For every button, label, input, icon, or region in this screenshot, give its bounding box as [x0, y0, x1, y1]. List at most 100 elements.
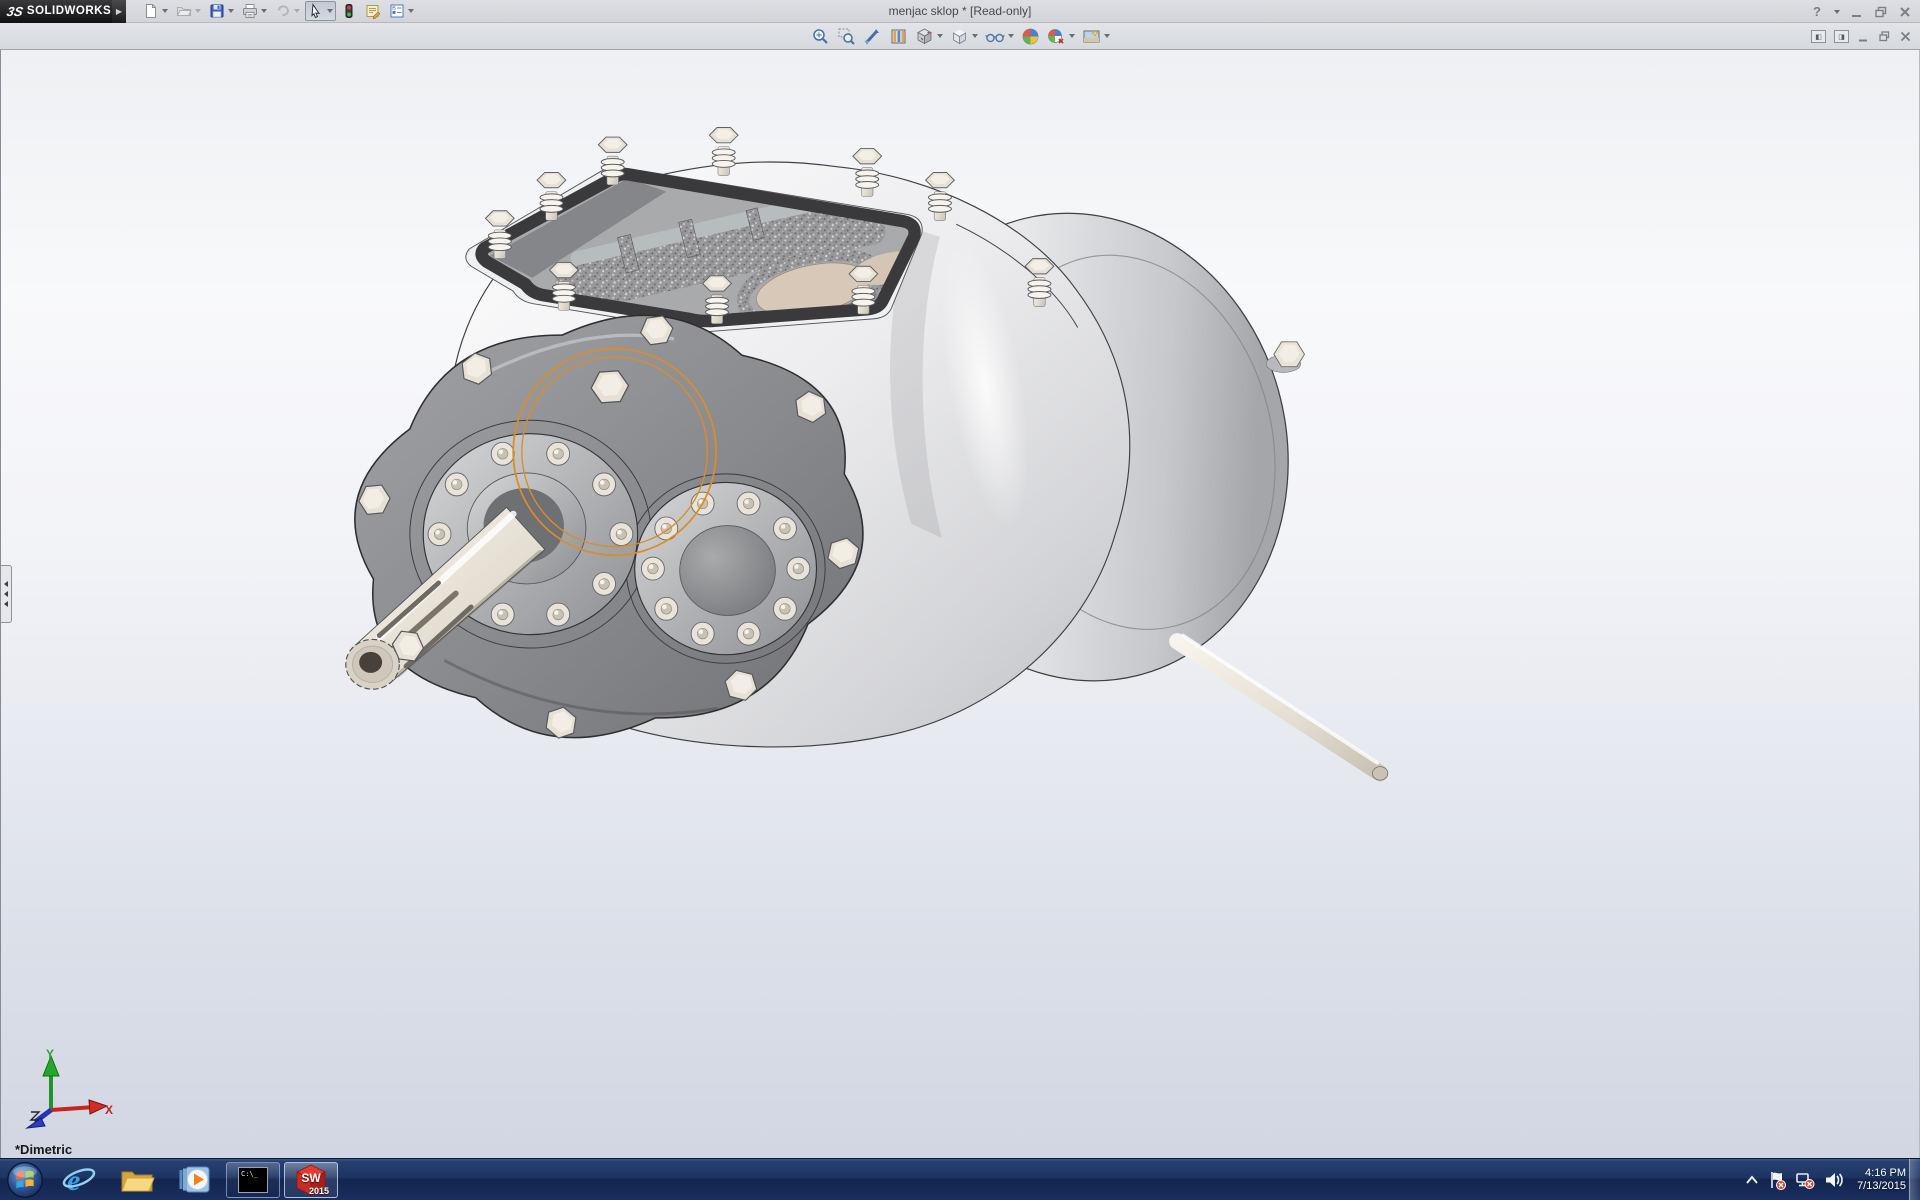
save-icon — [209, 3, 225, 19]
chevron-down-icon[interactable] — [327, 9, 333, 13]
clock-date: 7/13/2015 — [1857, 1180, 1906, 1193]
view-orientation-button[interactable] — [913, 25, 945, 47]
zoom-to-fit-icon — [811, 27, 830, 46]
display-style-button[interactable] — [948, 25, 980, 47]
solidworks-window: 3S SOLIDWORKS ▶ — [0, 0, 1920, 1200]
network-error-icon[interactable] — [1795, 1170, 1815, 1190]
rebuild-button[interactable] — [338, 1, 360, 21]
hide-show-items-button[interactable] — [983, 25, 1016, 47]
doc-restore-button[interactable] — [1878, 30, 1891, 43]
new-document-button[interactable] — [140, 1, 171, 21]
select-button[interactable] — [305, 1, 336, 21]
apply-scene-button[interactable] — [1019, 25, 1042, 47]
zoom-in-out-icon — [863, 27, 882, 46]
taskbar-clock[interactable]: 4:16 PM 7/13/2015 — [1857, 1167, 1906, 1193]
svg-text:e: e — [67, 1164, 80, 1197]
stoplight-icon — [341, 3, 357, 19]
undo-button[interactable] — [272, 1, 303, 21]
options-button[interactable] — [386, 1, 417, 21]
zoom-in-out-button[interactable] — [861, 25, 884, 47]
heads-up-toolbar — [809, 25, 1112, 47]
open-icon — [176, 3, 192, 19]
collapse-arrow-icon — [4, 601, 8, 607]
menu-expand-arrow[interactable]: ▶ — [112, 0, 126, 23]
ds-logo-mark: 3S — [5, 4, 24, 19]
eyeglasses-icon — [985, 27, 1005, 46]
output-bearing-cover[interactable] — [635, 482, 817, 654]
chevron-down-icon[interactable] — [937, 34, 943, 38]
taskbar-media-player[interactable] — [168, 1162, 222, 1198]
section-view-icon — [889, 27, 908, 46]
zoom-to-area-button[interactable] — [835, 25, 858, 47]
internet-explorer-icon: e — [61, 1163, 97, 1197]
minimize-button[interactable] — [1850, 5, 1864, 19]
open-button[interactable] — [173, 1, 204, 21]
restore-button[interactable] — [1874, 5, 1888, 19]
window-title: menjac sklop * [Read-only] — [889, 4, 1032, 18]
collapse-arrow-icon — [4, 591, 8, 597]
reference-triad: Y X — [17, 1048, 113, 1132]
doc-close-button[interactable] — [1899, 30, 1912, 43]
taskbar-internet-explorer[interactable]: e — [52, 1162, 106, 1198]
folder-icon — [119, 1164, 155, 1196]
zoom-to-area-icon — [837, 27, 856, 46]
clock-time: 4:16 PM — [1857, 1167, 1906, 1180]
zoom-to-fit-button[interactable] — [809, 25, 832, 47]
doc-minimize-button[interactable] — [1857, 30, 1870, 43]
chevron-down-icon[interactable] — [261, 9, 267, 13]
print-icon — [242, 3, 258, 19]
help-icon[interactable]: ? — [1813, 5, 1821, 18]
standard-toolbar — [140, 1, 417, 21]
edit-appearance-button[interactable] — [1045, 25, 1077, 47]
featuremanager-collapsed-tab[interactable] — [1, 565, 12, 623]
taskbar-command-prompt[interactable]: C:\_ — [226, 1162, 280, 1198]
print-button[interactable] — [239, 1, 270, 21]
undo-icon — [275, 3, 291, 19]
chevron-down-icon[interactable] — [1069, 34, 1075, 38]
select-cursor-icon — [308, 3, 324, 19]
taskbar-windows-explorer[interactable] — [110, 1162, 164, 1198]
chevron-down-icon[interactable] — [294, 9, 300, 13]
view-toolbar: ◧ ◨ — [0, 23, 1920, 50]
chevron-down-icon[interactable] — [408, 9, 414, 13]
chevron-down-icon[interactable] — [1008, 34, 1014, 38]
show-hidden-icons-button[interactable] — [1745, 1175, 1759, 1185]
section-view-button[interactable] — [887, 25, 910, 47]
save-button[interactable] — [206, 1, 237, 21]
drain-plug[interactable] — [1266, 342, 1304, 373]
taskbar: e C:\_ — [0, 1158, 1920, 1200]
taskbar-solidworks[interactable]: SW 2015 — [284, 1162, 338, 1198]
windows-orb-icon — [5, 1160, 45, 1200]
view-orientation-label: *Dimetric — [15, 1142, 72, 1157]
show-desktop-button[interactable] — [1909, 1159, 1920, 1200]
chevron-down-icon[interactable] — [1104, 34, 1110, 38]
gearbox-model[interactable] — [1, 50, 1920, 1158]
action-center-icon[interactable] — [1768, 1170, 1786, 1190]
collapse-left-pane-button[interactable]: ◧ — [1811, 30, 1826, 43]
triad-x-label: X — [105, 1103, 113, 1117]
view-settings-button[interactable] — [1080, 25, 1112, 47]
triad-y-label: Y — [46, 1048, 54, 1061]
file-properties-button[interactable] — [362, 1, 384, 21]
titlebar: 3S SOLIDWORKS ▶ — [0, 0, 1920, 23]
chevron-down-icon[interactable] — [195, 9, 201, 13]
collapse-right-pane-button[interactable]: ◨ — [1834, 30, 1849, 43]
file-properties-icon — [365, 3, 381, 19]
collapse-arrow-icon — [4, 581, 8, 587]
media-player-icon — [177, 1163, 213, 1197]
command-prompt-icon: C:\_ — [238, 1167, 268, 1193]
volume-icon[interactable] — [1824, 1171, 1844, 1189]
solidworks-wordmark: SOLIDWORKS — [27, 5, 111, 17]
graphics-viewport[interactable]: Y X *Dimetric — [0, 50, 1920, 1158]
selector-rod[interactable] — [1177, 636, 1388, 780]
chevron-down-icon[interactable] — [162, 9, 168, 13]
start-button[interactable] — [0, 1159, 50, 1200]
scene-sphere-icon — [1021, 27, 1040, 46]
options-icon — [389, 3, 405, 19]
system-tray: 4:16 PM 7/13/2015 — [1745, 1159, 1906, 1200]
close-button[interactable] — [1898, 5, 1912, 19]
chevron-down-icon[interactable] — [1834, 10, 1840, 14]
chevron-down-icon[interactable] — [972, 34, 978, 38]
chevron-down-icon[interactable] — [228, 9, 234, 13]
document-window-controls: ◧ ◨ — [1811, 23, 1912, 50]
